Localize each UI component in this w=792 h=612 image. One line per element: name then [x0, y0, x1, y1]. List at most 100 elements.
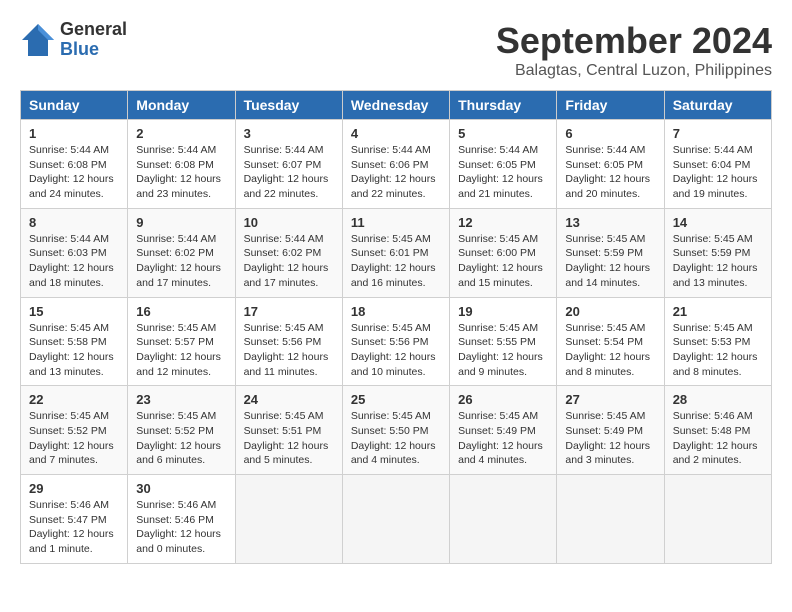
day-info: Sunrise: 5:45 AM Sunset: 5:52 PM Dayligh…	[29, 409, 119, 468]
day-number: 18	[351, 304, 441, 319]
day-number: 25	[351, 392, 441, 407]
weekday-header-sunday: Sunday	[21, 91, 128, 120]
calendar-cell: 2 Sunrise: 5:44 AM Sunset: 6:08 PM Daylig…	[128, 120, 235, 209]
day-info: Sunrise: 5:45 AM Sunset: 5:56 PM Dayligh…	[244, 321, 334, 380]
calendar-cell: 11 Sunrise: 5:45 AM Sunset: 6:01 PM Dayli…	[342, 208, 449, 297]
calendar-cell: 25 Sunrise: 5:45 AM Sunset: 5:50 PM Dayli…	[342, 386, 449, 475]
calendar-cell: 7 Sunrise: 5:44 AM Sunset: 6:04 PM Daylig…	[664, 120, 771, 209]
day-info: Sunrise: 5:45 AM Sunset: 5:58 PM Dayligh…	[29, 321, 119, 380]
calendar-cell: 16Sunrise: 5:45 AM Sunset: 5:57 PM Dayli…	[128, 297, 235, 386]
calendar-cell: 20Sunrise: 5:45 AM Sunset: 5:54 PM Dayli…	[557, 297, 664, 386]
day-number: 14	[673, 215, 763, 230]
calendar-cell: 27Sunrise: 5:45 AM Sunset: 5:49 PM Dayli…	[557, 386, 664, 475]
day-number: 15	[29, 304, 119, 319]
week-row-3: 15 Sunrise: 5:45 AM Sunset: 5:58 PM Dayli…	[21, 297, 772, 386]
day-info: Sunrise: 5:44 AM Sunset: 6:08 PM Dayligh…	[29, 143, 119, 202]
calendar-cell: 6 Sunrise: 5:44 AM Sunset: 6:05 PM Daylig…	[557, 120, 664, 209]
day-number: 20	[565, 304, 655, 319]
weekday-header-monday: Monday	[128, 91, 235, 120]
day-number: 6	[565, 126, 655, 141]
calendar-cell	[664, 475, 771, 564]
day-number: 22	[29, 392, 119, 407]
day-info: Sunrise: 5:44 AM Sunset: 6:05 PM Dayligh…	[565, 143, 655, 202]
logo-icon	[20, 22, 56, 58]
logo-general-text: General	[60, 20, 127, 40]
day-info: Sunrise: 5:45 AM Sunset: 5:56 PM Dayligh…	[351, 321, 441, 380]
day-number: 11	[351, 215, 441, 230]
day-info: Sunrise: 5:44 AM Sunset: 6:07 PM Dayligh…	[244, 143, 334, 202]
day-info: Sunrise: 5:44 AM Sunset: 6:02 PM Dayligh…	[244, 232, 334, 291]
day-info: Sunrise: 5:45 AM Sunset: 5:59 PM Dayligh…	[673, 232, 763, 291]
day-info: Sunrise: 5:44 AM Sunset: 6:02 PM Dayligh…	[136, 232, 226, 291]
calendar-cell	[235, 475, 342, 564]
calendar-cell: 3 Sunrise: 5:44 AM Sunset: 6:07 PM Daylig…	[235, 120, 342, 209]
day-number: 19	[458, 304, 548, 319]
day-number: 1	[29, 126, 119, 141]
day-info: Sunrise: 5:44 AM Sunset: 6:03 PM Dayligh…	[29, 232, 119, 291]
day-number: 3	[244, 126, 334, 141]
calendar-cell: 28Sunrise: 5:46 AM Sunset: 5:48 PM Dayli…	[664, 386, 771, 475]
calendar-cell: 8 Sunrise: 5:44 AM Sunset: 6:03 PM Daylig…	[21, 208, 128, 297]
day-info: Sunrise: 5:46 AM Sunset: 5:48 PM Dayligh…	[673, 409, 763, 468]
day-info: Sunrise: 5:45 AM Sunset: 5:52 PM Dayligh…	[136, 409, 226, 468]
day-number: 8	[29, 215, 119, 230]
day-info: Sunrise: 5:45 AM Sunset: 5:49 PM Dayligh…	[565, 409, 655, 468]
day-info: Sunrise: 5:45 AM Sunset: 5:51 PM Dayligh…	[244, 409, 334, 468]
calendar-cell: 17 Sunrise: 5:45 AM Sunset: 5:56 PM Dayli…	[235, 297, 342, 386]
calendar-cell	[450, 475, 557, 564]
calendar-cell	[557, 475, 664, 564]
weekday-header-tuesday: Tuesday	[235, 91, 342, 120]
day-info: Sunrise: 5:44 AM Sunset: 6:05 PM Dayligh…	[458, 143, 548, 202]
day-number: 23	[136, 392, 226, 407]
weekday-header-thursday: Thursday	[450, 91, 557, 120]
title-area: September 2024 Balagtas, Central Luzon, …	[496, 20, 772, 80]
day-number: 26	[458, 392, 548, 407]
day-info: Sunrise: 5:45 AM Sunset: 5:55 PM Dayligh…	[458, 321, 548, 380]
weekday-header-friday: Friday	[557, 91, 664, 120]
day-info: Sunrise: 5:44 AM Sunset: 6:04 PM Dayligh…	[673, 143, 763, 202]
location-title: Balagtas, Central Luzon, Philippines	[496, 62, 772, 80]
calendar-cell: 26 Sunrise: 5:45 AM Sunset: 5:49 PM Dayli…	[450, 386, 557, 475]
day-number: 13	[565, 215, 655, 230]
day-number: 16	[136, 304, 226, 319]
calendar-cell: 15 Sunrise: 5:45 AM Sunset: 5:58 PM Dayli…	[21, 297, 128, 386]
calendar-cell: 5 Sunrise: 5:44 AM Sunset: 6:05 PM Daylig…	[450, 120, 557, 209]
day-info: Sunrise: 5:46 AM Sunset: 5:47 PM Dayligh…	[29, 498, 119, 557]
week-row-5: 29 Sunrise: 5:46 AM Sunset: 5:47 PM Dayli…	[21, 475, 772, 564]
weekday-header-saturday: Saturday	[664, 91, 771, 120]
day-number: 2	[136, 126, 226, 141]
calendar-cell: 9 Sunrise: 5:44 AM Sunset: 6:02 PM Daylig…	[128, 208, 235, 297]
calendar-cell: 18 Sunrise: 5:45 AM Sunset: 5:56 PM Dayli…	[342, 297, 449, 386]
day-number: 21	[673, 304, 763, 319]
day-info: Sunrise: 5:46 AM Sunset: 5:46 PM Dayligh…	[136, 498, 226, 557]
calendar-cell: 29 Sunrise: 5:46 AM Sunset: 5:47 PM Dayli…	[21, 475, 128, 564]
logo-blue-text: Blue	[60, 40, 127, 60]
calendar-cell: 12 Sunrise: 5:45 AM Sunset: 6:00 PM Dayli…	[450, 208, 557, 297]
calendar-cell: 10 Sunrise: 5:44 AM Sunset: 6:02 PM Dayli…	[235, 208, 342, 297]
month-title: September 2024	[496, 20, 772, 62]
day-number: 30	[136, 481, 226, 496]
day-info: Sunrise: 5:45 AM Sunset: 5:49 PM Dayligh…	[458, 409, 548, 468]
day-number: 29	[29, 481, 119, 496]
calendar-cell: 22 Sunrise: 5:45 AM Sunset: 5:52 PM Dayli…	[21, 386, 128, 475]
day-number: 9	[136, 215, 226, 230]
day-info: Sunrise: 5:44 AM Sunset: 6:08 PM Dayligh…	[136, 143, 226, 202]
calendar-cell: 13Sunrise: 5:45 AM Sunset: 5:59 PM Dayli…	[557, 208, 664, 297]
week-row-1: 1 Sunrise: 5:44 AM Sunset: 6:08 PM Daylig…	[21, 120, 772, 209]
calendar-cell: 14 Sunrise: 5:45 AM Sunset: 5:59 PM Dayli…	[664, 208, 771, 297]
day-number: 7	[673, 126, 763, 141]
day-info: Sunrise: 5:45 AM Sunset: 6:01 PM Dayligh…	[351, 232, 441, 291]
day-number: 17	[244, 304, 334, 319]
day-number: 5	[458, 126, 548, 141]
day-number: 24	[244, 392, 334, 407]
day-info: Sunrise: 5:45 AM Sunset: 5:50 PM Dayligh…	[351, 409, 441, 468]
day-info: Sunrise: 5:44 AM Sunset: 6:06 PM Dayligh…	[351, 143, 441, 202]
day-info: Sunrise: 5:45 AM Sunset: 6:00 PM Dayligh…	[458, 232, 548, 291]
calendar-cell: 19 Sunrise: 5:45 AM Sunset: 5:55 PM Dayli…	[450, 297, 557, 386]
week-row-4: 22 Sunrise: 5:45 AM Sunset: 5:52 PM Dayli…	[21, 386, 772, 475]
day-number: 10	[244, 215, 334, 230]
calendar-table: SundayMondayTuesdayWednesdayThursdayFrid…	[20, 90, 772, 564]
logo: General Blue	[20, 20, 127, 60]
calendar-cell: 24 Sunrise: 5:45 AM Sunset: 5:51 PM Dayli…	[235, 386, 342, 475]
day-number: 12	[458, 215, 548, 230]
